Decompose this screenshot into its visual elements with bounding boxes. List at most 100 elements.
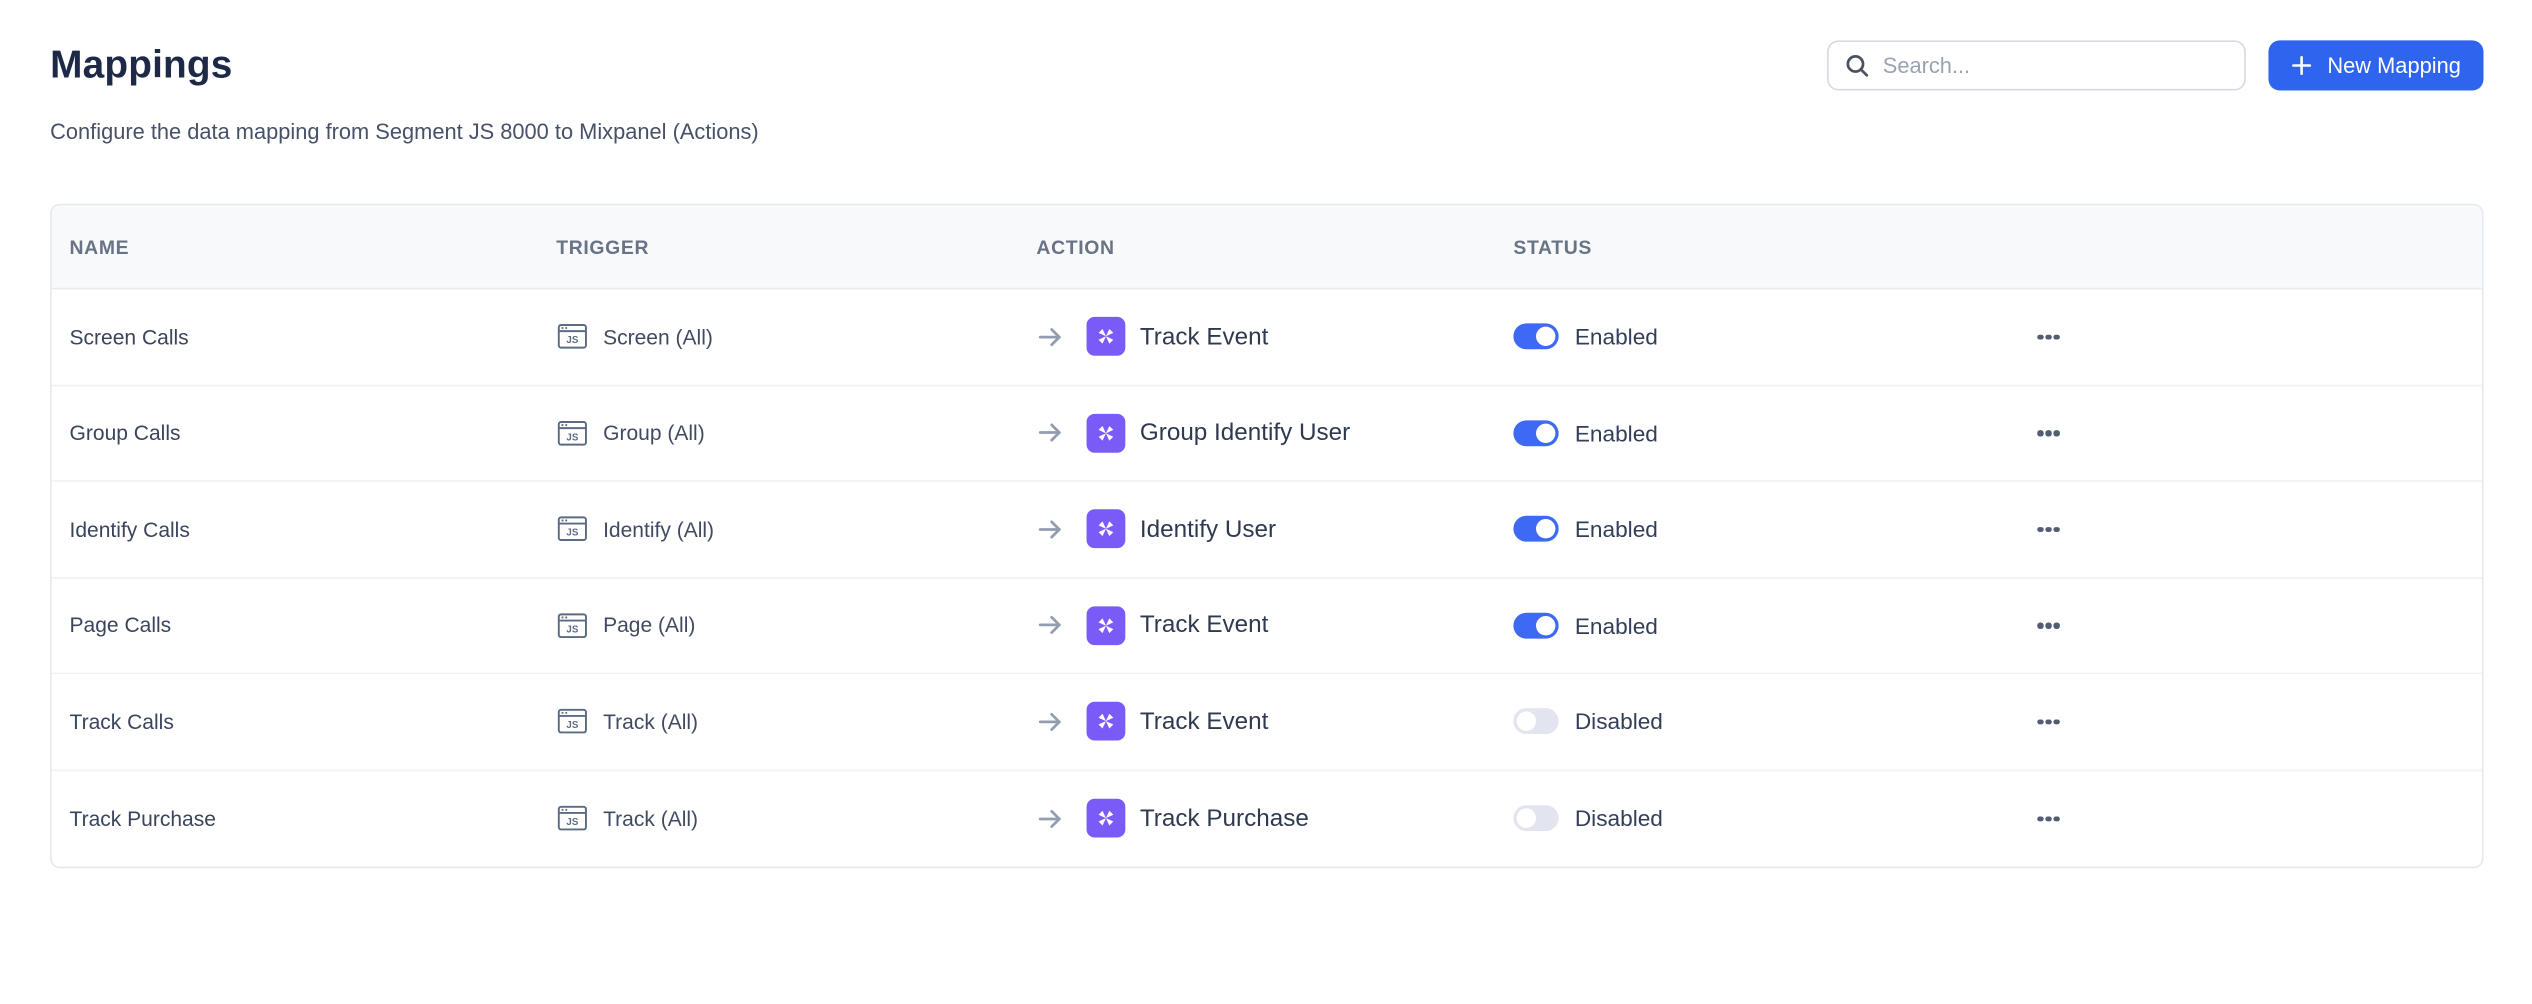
mapping-action-cell: Identify User xyxy=(1019,482,1496,577)
new-mapping-label: New Mapping xyxy=(2327,53,2460,77)
mapping-name-cell: Track Calls xyxy=(52,674,539,769)
mapping-menu-cell xyxy=(2013,386,2482,481)
table-body: Screen Calls JS Screen (All) xyxy=(52,289,2482,866)
search-input[interactable] xyxy=(1883,53,2229,77)
action-label: Track Event xyxy=(1140,708,1268,735)
mixpanel-icon xyxy=(1087,702,1126,741)
arrow-right-icon xyxy=(1036,805,1063,832)
mappings-page: Mappings Configure the data mapping from… xyxy=(0,0,2532,1004)
svg-text:JS: JS xyxy=(566,720,578,731)
browser-js-icon: JS xyxy=(556,321,588,353)
mapping-trigger-cell: JS Screen (All) xyxy=(538,289,1018,384)
mapping-status-cell: Disabled xyxy=(1496,770,2013,866)
page-header: Mappings Configure the data mapping from… xyxy=(0,0,2532,147)
mapping-action-cell: Group Identify User xyxy=(1019,386,1496,481)
ellipsis-icon xyxy=(2037,622,2043,628)
table-row: Track Purchase JS Track (All) xyxy=(52,770,2482,866)
action-label: Group Identify User xyxy=(1140,419,1350,446)
action-label: Track Event xyxy=(1140,323,1268,350)
mixpanel-icon xyxy=(1087,317,1126,356)
svg-text:JS: JS xyxy=(566,528,578,539)
svg-text:JS: JS xyxy=(566,336,578,347)
status-label: Enabled xyxy=(1575,612,1658,638)
mapping-trigger-cell: JS Track (All) xyxy=(538,770,1018,866)
mapping-name: Page Calls xyxy=(70,613,172,637)
mappings-table: NAME TRIGGER ACTION STATUS Screen Calls … xyxy=(50,204,2483,869)
mapping-action-cell: Track Event xyxy=(1019,578,1496,673)
mixpanel-icon xyxy=(1087,510,1126,549)
svg-text:JS: JS xyxy=(566,432,578,443)
table-row: Track Calls JS Track (All) xyxy=(52,674,2482,770)
action-label: Track Purchase xyxy=(1140,805,1309,832)
mapping-trigger-cell: JS Page (All) xyxy=(538,578,1018,673)
status-toggle[interactable] xyxy=(1513,324,1558,350)
trigger-label: Screen (All) xyxy=(603,325,713,349)
status-toggle[interactable] xyxy=(1513,709,1558,735)
header-controls: New Mapping xyxy=(1828,40,2484,90)
plus-icon xyxy=(2292,55,2313,76)
row-menu-button[interactable] xyxy=(2031,517,2066,542)
mapping-menu-cell xyxy=(2013,578,2482,673)
search-box xyxy=(1828,40,2247,90)
row-menu-button[interactable] xyxy=(2031,420,2066,445)
new-mapping-button[interactable]: New Mapping xyxy=(2269,40,2483,90)
page-subtitle: Configure the data mapping from Segment … xyxy=(50,118,2483,147)
ellipsis-icon xyxy=(2037,526,2043,532)
arrow-right-icon xyxy=(1036,419,1063,446)
arrow-right-icon xyxy=(1036,708,1063,735)
browser-js-icon: JS xyxy=(556,417,588,449)
status-toggle[interactable] xyxy=(1513,806,1558,832)
row-menu-button[interactable] xyxy=(2031,806,2066,831)
mapping-menu-cell xyxy=(2013,674,2482,769)
mapping-trigger-cell: JS Track (All) xyxy=(538,674,1018,769)
mapping-name: Track Calls xyxy=(70,709,174,733)
status-label: Enabled xyxy=(1575,516,1658,542)
column-header-action: ACTION xyxy=(1019,205,1496,287)
mapping-action-cell: Track Event xyxy=(1019,289,1496,384)
ellipsis-icon xyxy=(2037,816,2043,822)
toggle-knob xyxy=(1536,327,1555,346)
mapping-name: Identify Calls xyxy=(70,517,190,541)
table-header-row: NAME TRIGGER ACTION STATUS xyxy=(52,205,2482,289)
mapping-status-cell: Enabled xyxy=(1496,482,2013,577)
status-label: Disabled xyxy=(1575,806,1663,832)
mapping-name-cell: Screen Calls xyxy=(52,289,539,384)
mapping-action-cell: Track Purchase xyxy=(1019,770,1496,866)
status-toggle[interactable] xyxy=(1513,612,1558,638)
svg-text:JS: JS xyxy=(566,817,578,828)
table-row: Identify Calls JS Identify (All) xyxy=(52,482,2482,578)
toggle-knob xyxy=(1517,809,1536,828)
mapping-name: Screen Calls xyxy=(70,325,189,349)
row-menu-button[interactable] xyxy=(2031,709,2066,734)
mapping-name-cell: Group Calls xyxy=(52,386,539,481)
mapping-menu-cell xyxy=(2013,770,2482,866)
trigger-label: Page (All) xyxy=(603,613,695,637)
mixpanel-icon xyxy=(1087,414,1126,453)
column-header-trigger: TRIGGER xyxy=(538,205,1018,287)
mapping-status-cell: Enabled xyxy=(1496,289,2013,384)
table-row: Group Calls JS Group (All) xyxy=(52,386,2482,482)
trigger-label: Track (All) xyxy=(603,709,698,733)
browser-js-icon: JS xyxy=(556,609,588,641)
mapping-name-cell: Page Calls xyxy=(52,578,539,673)
mapping-menu-cell xyxy=(2013,482,2482,577)
browser-js-icon: JS xyxy=(556,513,588,545)
status-toggle[interactable] xyxy=(1513,516,1558,542)
status-label: Enabled xyxy=(1575,324,1658,350)
action-label: Track Event xyxy=(1140,612,1268,639)
ellipsis-icon xyxy=(2037,430,2043,436)
status-label: Disabled xyxy=(1575,709,1663,735)
row-menu-button[interactable] xyxy=(2031,324,2066,349)
toggle-knob xyxy=(1517,712,1536,731)
mapping-name-cell: Identify Calls xyxy=(52,482,539,577)
trigger-label: Track (All) xyxy=(603,806,698,830)
status-toggle[interactable] xyxy=(1513,420,1558,446)
mapping-status-cell: Disabled xyxy=(1496,674,2013,769)
action-label: Identify User xyxy=(1140,515,1276,542)
mapping-status-cell: Enabled xyxy=(1496,386,2013,481)
status-label: Enabled xyxy=(1575,420,1658,446)
browser-js-icon: JS xyxy=(556,802,588,834)
row-menu-button[interactable] xyxy=(2031,613,2066,638)
table-row: Screen Calls JS Screen (All) xyxy=(52,289,2482,385)
column-header-status: STATUS xyxy=(1496,205,2013,287)
